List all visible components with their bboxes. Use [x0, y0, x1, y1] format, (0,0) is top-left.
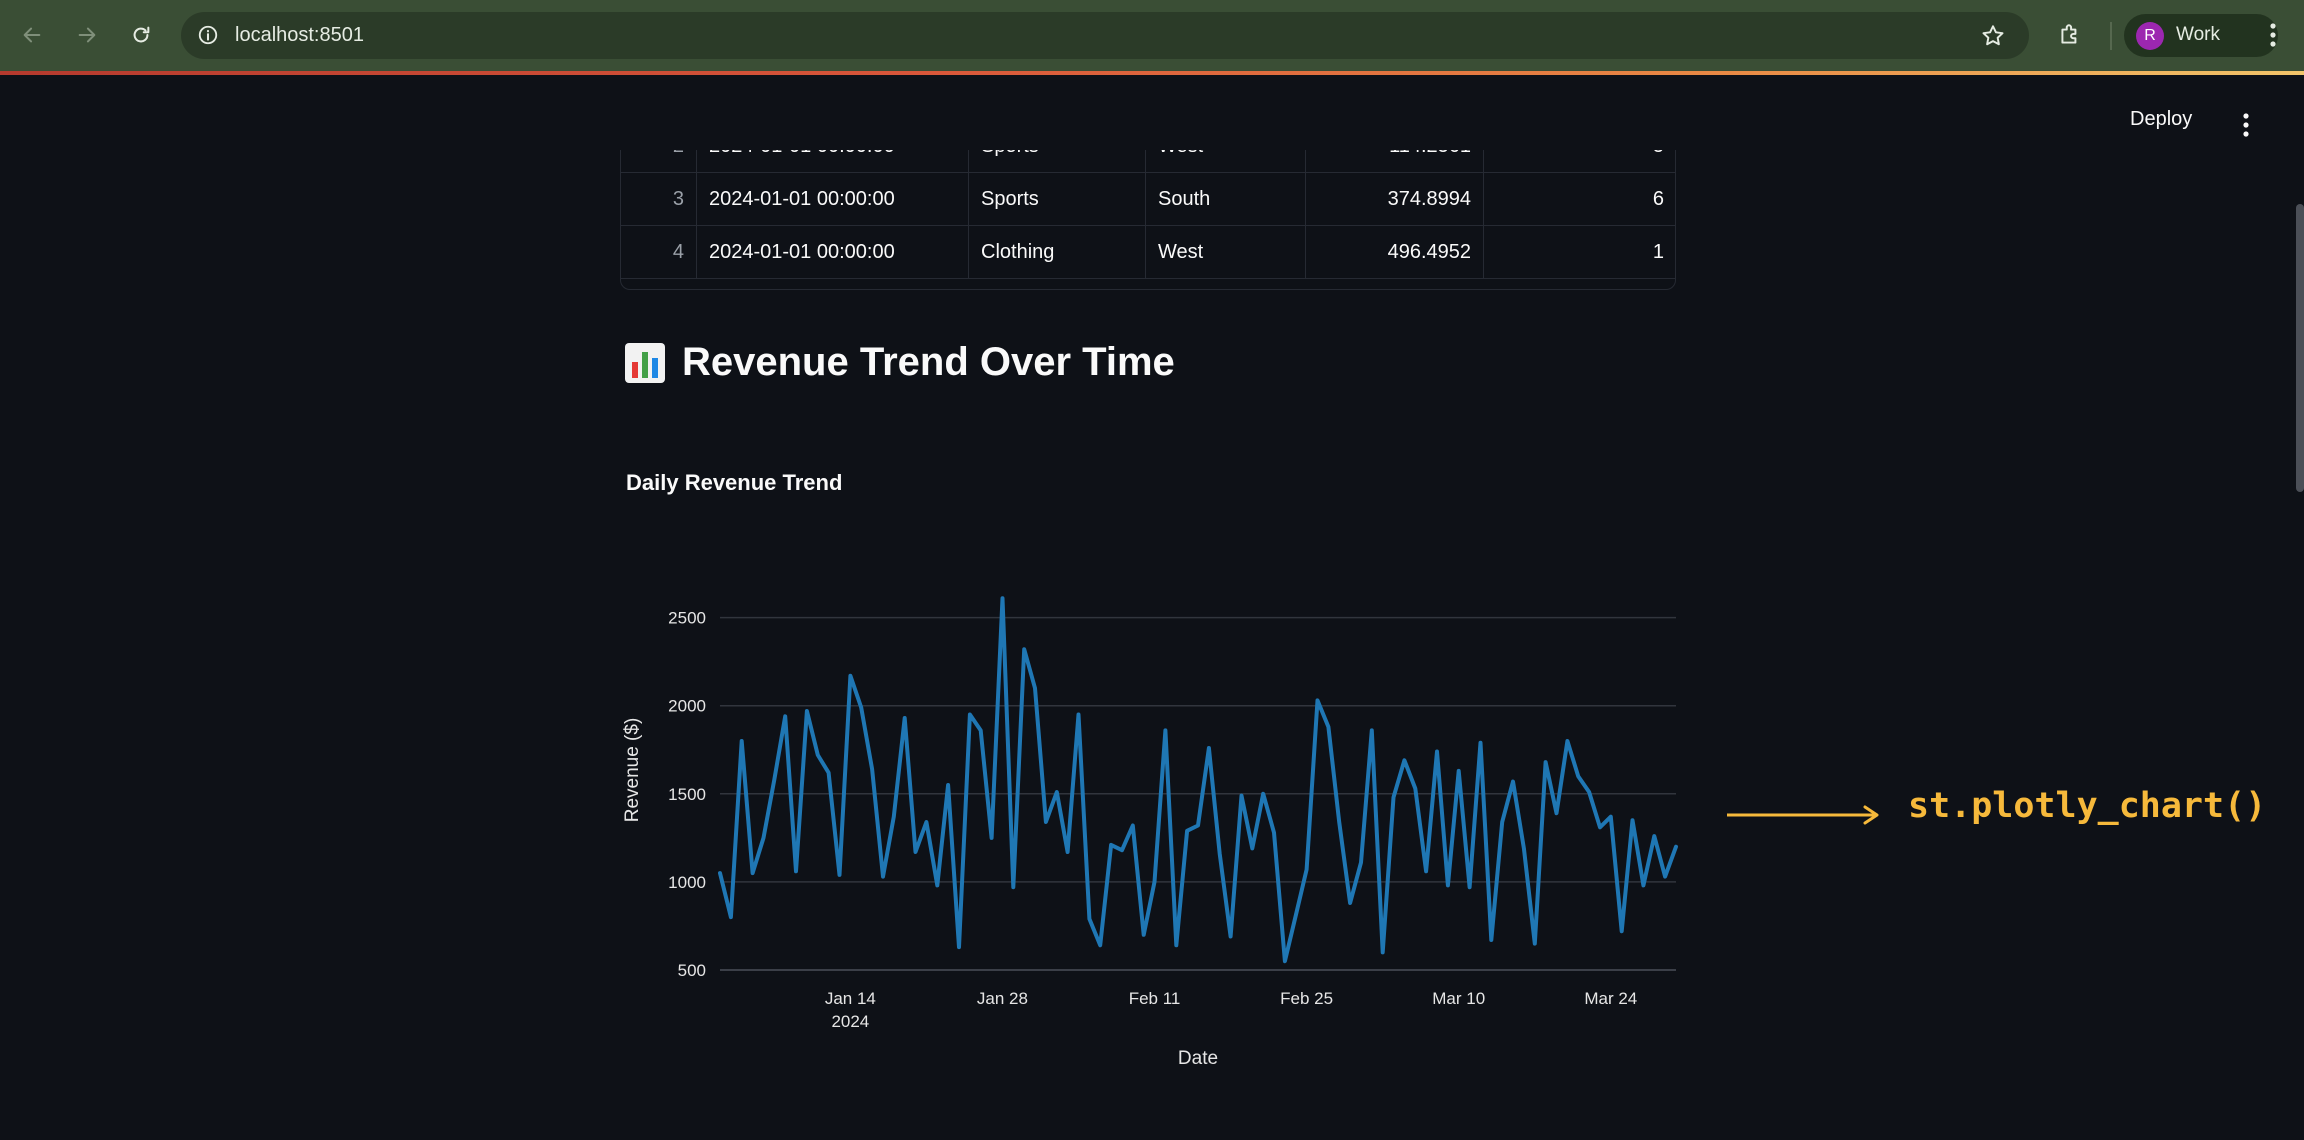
chart-title: Daily Revenue Trend	[626, 470, 843, 495]
kebab-menu-icon	[2243, 113, 2249, 137]
extensions-icon	[2061, 24, 2077, 44]
x-tick-sublabel: 2024	[831, 1012, 869, 1031]
url-text[interactable]: localhost:8501	[235, 24, 364, 47]
avatar: R	[2136, 22, 2164, 50]
app-menu-button[interactable]	[2234, 110, 2258, 140]
x-tick-label: Mar 10	[1432, 989, 1485, 1008]
table-cell[interactable]: West	[1145, 225, 1306, 279]
toolbar-divider	[2110, 22, 2112, 50]
row-index: 3	[620, 172, 697, 226]
scrollbar-thumb[interactable]	[2296, 204, 2304, 492]
table-row[interactable]: 4 2024-01-01 00:00:00 Clothing West 496.…	[620, 225, 1676, 279]
address-bar[interactable]: localhost:8501	[181, 12, 2029, 59]
table-cell[interactable]: 2024-01-01 00:00:00	[696, 225, 969, 279]
table-cell[interactable]: 2024-01-01 00:00:00	[696, 150, 969, 173]
star-icon[interactable]	[1979, 22, 2007, 50]
table-row[interactable]: 2 2024-01-01 00:00:00 Sports West 114.25…	[620, 150, 1676, 173]
profile-button[interactable]: R Work	[2124, 14, 2278, 57]
x-tick-label: Jan 28	[977, 989, 1028, 1008]
section-heading: Revenue Trend Over Time	[624, 340, 1175, 385]
table-row[interactable]: 3 2024-01-01 00:00:00 Sports South 374.8…	[620, 172, 1676, 226]
extensions-button[interactable]	[2053, 18, 2087, 52]
table-cell[interactable]: 6	[1483, 172, 1676, 226]
table-cell[interactable]: Sports	[968, 172, 1146, 226]
x-tick-label: Feb 11	[1129, 989, 1181, 1008]
revenue-series-line[interactable]	[718, 596, 1678, 964]
table-cell[interactable]: Clothing	[968, 225, 1146, 279]
bar-chart-emoji-icon	[625, 342, 665, 383]
table-cell[interactable]: West	[1145, 150, 1306, 173]
site-info-icon[interactable]	[195, 22, 221, 48]
table-cell[interactable]: 2024-01-01 00:00:00	[696, 172, 969, 226]
browser-toolbar: localhost:8501 R Work	[0, 0, 2304, 71]
y-tick-labels: 500 1000 1500 2000 2500	[668, 609, 706, 980]
y-tick-label: 1500	[668, 785, 706, 804]
y-tick-label: 2500	[668, 609, 706, 628]
reload-icon	[133, 26, 150, 43]
y-axis-label: Revenue ($)	[622, 718, 643, 823]
deploy-button[interactable]: Deploy	[2130, 108, 2192, 131]
table-cell[interactable]: Sports	[968, 150, 1146, 173]
row-index: 4	[620, 225, 697, 279]
table-cell[interactable]: 1	[1483, 225, 1676, 279]
row-index: 2	[620, 150, 697, 173]
annotation-label: st.plotly_chart()	[1908, 786, 2267, 826]
x-tick-labels: Jan 14 2024 Jan 28 Feb 11 Feb 25 Mar 10 Mar 24	[825, 989, 1637, 1031]
y-tick-label: 1000	[668, 873, 706, 892]
x-tick-label: Feb 25	[1280, 989, 1333, 1008]
section-title: Revenue Trend Over Time	[682, 340, 1175, 384]
back-button[interactable]	[15, 18, 49, 52]
loading-accent-line	[0, 71, 2304, 75]
x-tick-label: Mar 24	[1584, 989, 1637, 1008]
data-table[interactable]: 2 2024-01-01 00:00:00 Sports West 114.25…	[620, 150, 1676, 290]
table-cell[interactable]: 5	[1483, 150, 1676, 173]
table-cell[interactable]: 496.4952	[1305, 225, 1484, 279]
y-tick-label: 2000	[668, 697, 706, 716]
browser-menu-button[interactable]	[2258, 18, 2288, 52]
forward-arrow-icon	[78, 27, 96, 43]
table-cell[interactable]: 374.8994	[1305, 172, 1484, 226]
profile-label: Work	[2176, 24, 2220, 45]
y-tick-label: 500	[678, 961, 706, 980]
forward-button[interactable]	[70, 18, 104, 52]
x-axis-label: Date	[1178, 1048, 1218, 1069]
back-arrow-icon	[23, 27, 41, 43]
reload-button[interactable]	[124, 18, 158, 52]
x-tick-label: Jan 14	[825, 989, 876, 1008]
table-cell[interactable]: 114.2561	[1305, 150, 1484, 173]
kebab-menu-icon	[2270, 23, 2276, 47]
annotation-arrow-icon	[1727, 805, 1879, 825]
table-cell[interactable]: South	[1145, 172, 1306, 226]
line-chart[interactable]: 500 1000 1500 2000 2500 Jan 14 2024 Jan 28 Feb …	[620, 560, 1680, 1080]
